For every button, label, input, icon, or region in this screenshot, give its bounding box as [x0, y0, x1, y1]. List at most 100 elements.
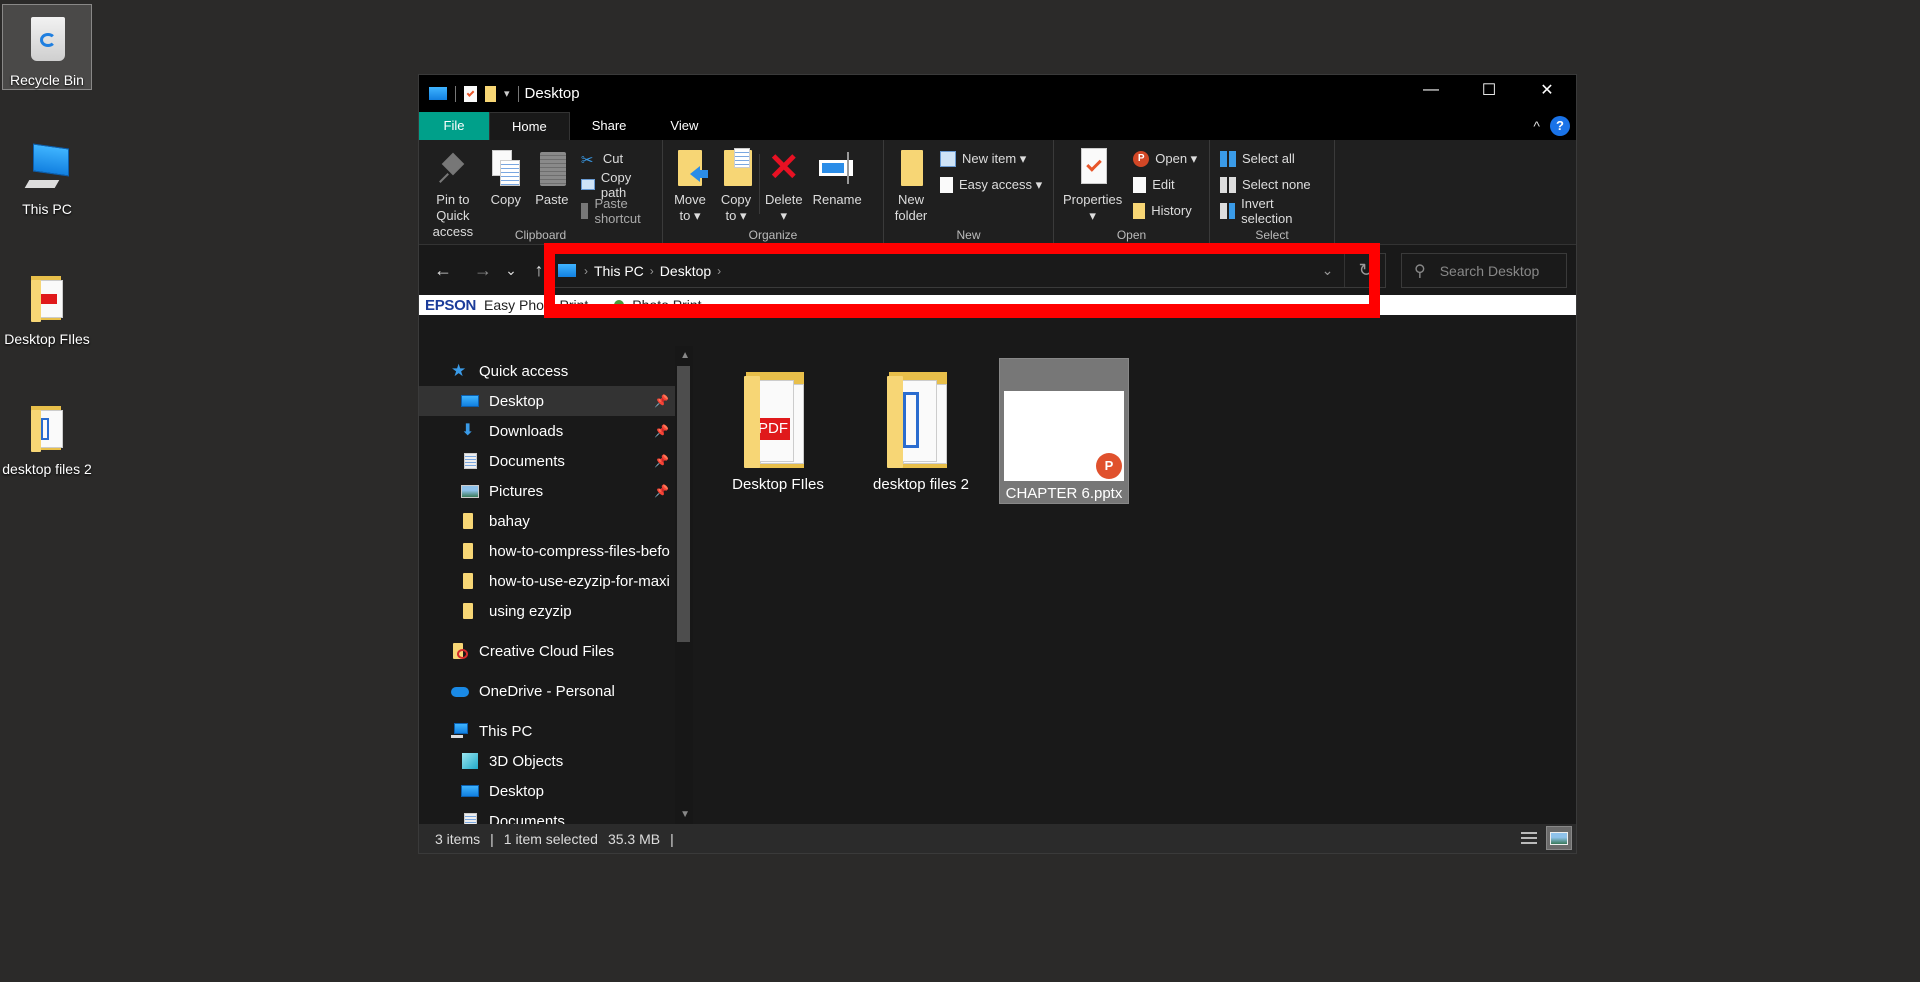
recycle-bin-icon: [19, 11, 75, 67]
scroll-up-icon[interactable]: ▲: [680, 350, 690, 361]
nav-item-3d-objects[interactable]: 3D Objects: [419, 746, 675, 776]
collapse-ribbon-icon[interactable]: ^: [1533, 118, 1540, 134]
scissors-icon: ✂: [580, 151, 594, 169]
powerpoint-icon: P: [1133, 150, 1150, 167]
file-item-chapter-6-pptx[interactable]: P CHAPTER 6.pptx: [999, 358, 1129, 504]
group-label-new: New: [956, 228, 981, 242]
cloud-icon: [451, 683, 469, 699]
folder-icon: [461, 513, 479, 529]
desktop-icon-desktop-files-2[interactable]: desktop files 2: [2, 394, 92, 478]
tab-file[interactable]: File: [419, 112, 489, 140]
nav-item-folder[interactable]: how-to-use-ezyzip-for-maxi: [419, 566, 675, 596]
address-bar[interactable]: › This PC › Desktop › ⌄ ↻: [549, 253, 1386, 288]
pin-icon[interactable]: 📌: [654, 394, 669, 408]
tab-view[interactable]: View: [648, 112, 720, 140]
tab-share[interactable]: Share: [570, 112, 649, 140]
pin-icon[interactable]: 📌: [654, 424, 669, 438]
history-button[interactable]: History: [1133, 200, 1197, 221]
desktop-icon-desktop-files[interactable]: Desktop FIles: [2, 264, 92, 348]
new-folder-qat-icon[interactable]: [485, 85, 496, 102]
nav-item-desktop[interactable]: Desktop 📌: [419, 386, 675, 416]
properties-icon: [1075, 148, 1111, 188]
nav-item-pc-desktop[interactable]: Desktop: [419, 776, 675, 806]
group-select: Select all Select none Invert selection …: [1210, 140, 1335, 244]
folder-doc-icon: [19, 400, 75, 456]
invert-selection-icon: [1220, 202, 1236, 219]
folder-pdf-icon: PDF: [730, 370, 826, 470]
nav-item-pictures[interactable]: Pictures 📌: [419, 476, 675, 506]
group-label-clipboard: Clipboard: [514, 228, 567, 242]
new-item-icon: [940, 150, 956, 167]
navigation-bar: ← → ⌄ ↑ › This PC › Desktop › ⌄ ↻ ⚲ Sear…: [419, 245, 1576, 295]
edit-button[interactable]: Edit: [1133, 174, 1197, 195]
search-input[interactable]: Search Desktop: [1440, 263, 1540, 279]
desktop-icon-recycle-bin[interactable]: Recycle Bin: [2, 4, 92, 90]
back-button[interactable]: ←: [429, 260, 457, 281]
recent-locations-button[interactable]: ⌄: [497, 262, 525, 279]
details-view-button[interactable]: [1516, 826, 1542, 850]
powerpoint-icon: P: [1096, 453, 1122, 479]
copy-icon: [488, 148, 524, 188]
new-item-button[interactable]: New item ▾: [940, 148, 1042, 169]
scroll-down-icon[interactable]: ▼: [680, 809, 690, 820]
nav-item-bahay[interactable]: bahay: [419, 506, 675, 536]
group-organize: Move to ▾ Copy to ▾ ✕ Delete ▾ Rename Or…: [663, 140, 884, 244]
file-item-desktop-files[interactable]: PDF Desktop FIles: [713, 358, 843, 504]
easy-photo-print-button[interactable]: Easy Photo Print: [484, 297, 588, 313]
search-icon: ⚲: [1414, 262, 1426, 280]
nav-item-folder[interactable]: how-to-compress-files-befo: [419, 536, 675, 566]
select-all-button[interactable]: Select all: [1220, 148, 1324, 169]
pptx-thumbnail: P: [1004, 391, 1124, 481]
photo-print-button[interactable]: Photo Print: [632, 297, 701, 313]
nav-item-using-ezyzip[interactable]: using ezyzip: [419, 596, 675, 626]
nav-creative-cloud-files[interactable]: Creative Cloud Files: [419, 636, 675, 666]
file-item-desktop-files-2[interactable]: desktop files 2: [856, 358, 986, 504]
nav-onedrive[interactable]: OneDrive - Personal: [419, 676, 675, 706]
chevron-right-icon: ›: [649, 263, 654, 278]
group-clipboard: Pin to Quick access Copy Paste ✂ Cut Copy…: [419, 140, 663, 244]
minimize-button[interactable]: —: [1402, 75, 1460, 105]
move-to-icon: [672, 148, 708, 188]
breadcrumb-this-pc[interactable]: This PC: [594, 263, 644, 279]
chevron-right-icon[interactable]: ›: [717, 264, 721, 278]
help-icon[interactable]: ?: [1550, 116, 1570, 136]
pin-icon[interactable]: 📌: [654, 484, 669, 498]
folder-icon: [461, 603, 479, 619]
refresh-button[interactable]: ↻: [1347, 254, 1385, 287]
customize-qat-icon[interactable]: ▾: [504, 87, 510, 100]
address-dropdown-button[interactable]: ⌄: [1311, 254, 1345, 287]
group-label-organize: Organize: [748, 228, 798, 242]
copy-path-icon: [580, 179, 595, 190]
nav-this-pc[interactable]: This PC: [419, 716, 675, 746]
easy-access-button[interactable]: Easy access ▾: [940, 174, 1042, 195]
nav-item-downloads[interactable]: ⬇ Downloads 📌: [419, 416, 675, 446]
select-none-button[interactable]: Select none: [1220, 174, 1324, 195]
close-button[interactable]: ✕: [1518, 75, 1576, 105]
open-button[interactable]: P Open ▾: [1133, 148, 1197, 169]
large-icons-view-button[interactable]: [1546, 826, 1572, 850]
paste-icon: [534, 148, 570, 188]
desktop-icon-this-pc[interactable]: This PC: [2, 134, 92, 218]
item-count: 3 items: [435, 830, 481, 847]
epson-toolbar: EPSON Easy Photo Print Photo Print: [419, 295, 1576, 315]
scrollbar-thumb[interactable]: [677, 366, 690, 642]
pin-icon[interactable]: 📌: [654, 454, 669, 468]
properties-qat-icon[interactable]: [464, 85, 477, 102]
rename-icon: [819, 148, 855, 188]
nav-scrollbar[interactable]: ▲ ▼: [675, 346, 693, 824]
nav-quick-access[interactable]: ★ Quick access: [419, 356, 675, 386]
invert-selection-button[interactable]: Invert selection: [1220, 196, 1324, 226]
folder-pdf-icon: [19, 270, 75, 326]
paste-shortcut-icon: [580, 202, 589, 219]
breadcrumb-desktop[interactable]: Desktop: [660, 263, 711, 279]
search-box[interactable]: ⚲ Search Desktop: [1401, 253, 1567, 288]
cut-button[interactable]: ✂ Cut: [581, 148, 652, 169]
nav-item-documents[interactable]: Documents 📌: [419, 446, 675, 476]
computer-icon: [19, 140, 75, 196]
cube-icon: [461, 753, 479, 769]
copy-path-button[interactable]: Copy path: [580, 170, 652, 200]
forward-button[interactable]: →: [469, 260, 497, 281]
maximize-button[interactable]: ☐: [1460, 75, 1518, 105]
tab-home[interactable]: Home: [489, 112, 570, 140]
paste-shortcut-button[interactable]: Paste shortcut: [580, 196, 652, 226]
